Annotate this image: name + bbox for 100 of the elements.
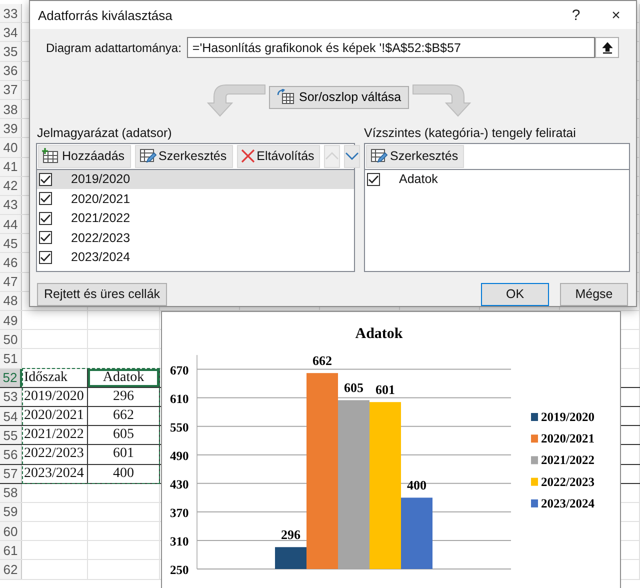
legend-label: 2021/2022 [541, 453, 594, 468]
table-cell-text: 2019/2020 [23, 388, 85, 405]
table-cell-text: 296 [112, 388, 135, 405]
row-number[interactable]: 35 [0, 42, 22, 61]
row-number[interactable]: 43 [0, 196, 22, 214]
table-cell-text: 2023/2024 [23, 464, 85, 482]
list-item[interactable]: 2022/2023 [37, 228, 354, 248]
legend-label: 2020/2021 [541, 432, 594, 446]
chart-title: Adatok [355, 326, 403, 342]
move-down-button[interactable] [344, 144, 360, 168]
table-cell-text: Adatok [102, 368, 146, 386]
checkbox[interactable] [367, 172, 380, 186]
switch-row-column-button[interactable]: Sor/oszlop váltása [269, 86, 410, 109]
edit-button[interactable]: Szerkesztés [134, 144, 233, 168]
axis-label: 370 [170, 506, 189, 520]
cancel-button[interactable]: Mégse [560, 282, 628, 306]
group-label: Vízszintes (kategória-) tengely feliratai [364, 126, 576, 142]
field-label: Diagram adattartománya: [46, 40, 182, 55]
row-number[interactable]: 48 [0, 292, 22, 310]
table-cell-text: 400 [112, 464, 135, 482]
upload-icon [602, 42, 612, 54]
data-label: 601 [376, 382, 395, 398]
list-item[interactable]: 2019/2020 [37, 170, 354, 190]
row-number[interactable]: 51 [0, 349, 22, 368]
row-number[interactable]: 60 [0, 522, 22, 540]
row-number[interactable]: 56 [0, 445, 22, 464]
row-number[interactable]: 39 [0, 119, 22, 138]
axis-label: 550 [170, 420, 189, 434]
data-label: 605 [344, 380, 364, 396]
row-number[interactable]: 40 [0, 138, 22, 156]
table-cell-text: Időszak [23, 368, 69, 386]
axis-label: 310 [170, 534, 189, 548]
checkbox[interactable] [39, 231, 52, 244]
row-number[interactable]: 37 [0, 80, 22, 99]
table-cell-text: 605 [112, 426, 135, 444]
row-number[interactable]: 54 [0, 406, 22, 426]
range-field[interactable]: ='Hasonlítás grafikonok és képek '!$A$52:$B$57 [187, 37, 595, 58]
table-cell-text: 2022/2023 [23, 445, 85, 462]
row-number[interactable]: 50 [0, 330, 22, 348]
row-number[interactable]: 58 [0, 484, 22, 502]
close-icon [240, 149, 255, 164]
row-number[interactable]: 38 [0, 100, 22, 118]
data-label: 400 [407, 478, 426, 493]
legend-label: 2023/2024 [541, 496, 594, 510]
ok-button[interactable]: OK [481, 282, 549, 306]
table-cell-text: 601 [112, 445, 135, 462]
list-item[interactable]: 2021/2022 [37, 208, 354, 228]
row-number[interactable]: 41 [0, 158, 22, 176]
data-label: 296 [281, 527, 300, 542]
edit-table-icon [370, 148, 388, 164]
hidden-cells-button[interactable]: Rejtett és üres cellák [37, 282, 168, 306]
group-label: Jelmagyarázat (adatsor) [37, 126, 173, 142]
add-table-icon [42, 148, 60, 164]
row-number[interactable]: 45 [0, 234, 22, 252]
row-number[interactable]: 59 [0, 502, 22, 522]
table-cell-text: 2020/2021 [23, 406, 85, 424]
add-button[interactable]: Hozzáadás [38, 144, 131, 168]
list-item[interactable]: 2023/2024 [37, 248, 354, 268]
row-number[interactable]: 62 [0, 560, 22, 579]
collapse-button[interactable] [595, 37, 619, 58]
switch-table-icon [277, 89, 295, 106]
row-number[interactable]: 52 [0, 368, 22, 387]
help-button[interactable]: ? [556, 1, 596, 29]
table-cell-text: 662 [112, 406, 135, 424]
legend-label: 2019/2020 [541, 410, 594, 424]
close-button[interactable]: × [596, 1, 636, 29]
checkbox[interactable] [39, 192, 52, 206]
edit-table-icon [138, 148, 157, 164]
row-number[interactable]: 46 [0, 253, 22, 272]
legend-label: 2022/2023 [541, 474, 594, 489]
list-item[interactable]: 2020/2021 [37, 189, 354, 209]
row-number[interactable]: 57 [0, 464, 22, 483]
checkbox[interactable] [39, 172, 52, 186]
row-number[interactable]: 36 [0, 62, 22, 80]
axis-label: 490 [170, 448, 189, 463]
row-number[interactable]: 55 [0, 426, 22, 444]
data-label: 662 [312, 353, 332, 368]
checkbox[interactable] [39, 212, 52, 225]
axis-label: 250 [170, 563, 189, 577]
chevron-up-icon [325, 151, 340, 162]
window-title: Adatforrás kiválasztása [38, 8, 174, 22]
axis-label: 430 [170, 477, 189, 492]
row-number[interactable]: 47 [0, 272, 22, 291]
axis-label: 670 [170, 363, 189, 378]
table-cell-text: 2021/2022 [23, 426, 85, 444]
row-number[interactable]: 53 [0, 388, 22, 406]
list-item[interactable]: Adatok [365, 170, 629, 190]
row-number[interactable]: 33 [0, 4, 22, 22]
edit-button[interactable]: Szerkesztés [366, 144, 464, 168]
chevron-down-icon [345, 151, 360, 162]
curved-arrow-icon [206, 82, 266, 117]
curved-arrow-icon [412, 82, 472, 117]
row-number[interactable]: 61 [0, 541, 22, 560]
row-number[interactable]: 49 [0, 311, 22, 330]
checkbox[interactable] [39, 250, 52, 264]
row-number[interactable]: 34 [0, 23, 22, 42]
row-number[interactable]: 44 [0, 215, 22, 234]
row-number[interactable]: 42 [0, 176, 22, 195]
remove-button[interactable]: Eltávolítás [236, 144, 320, 168]
axis-label: 610 [170, 392, 189, 406]
